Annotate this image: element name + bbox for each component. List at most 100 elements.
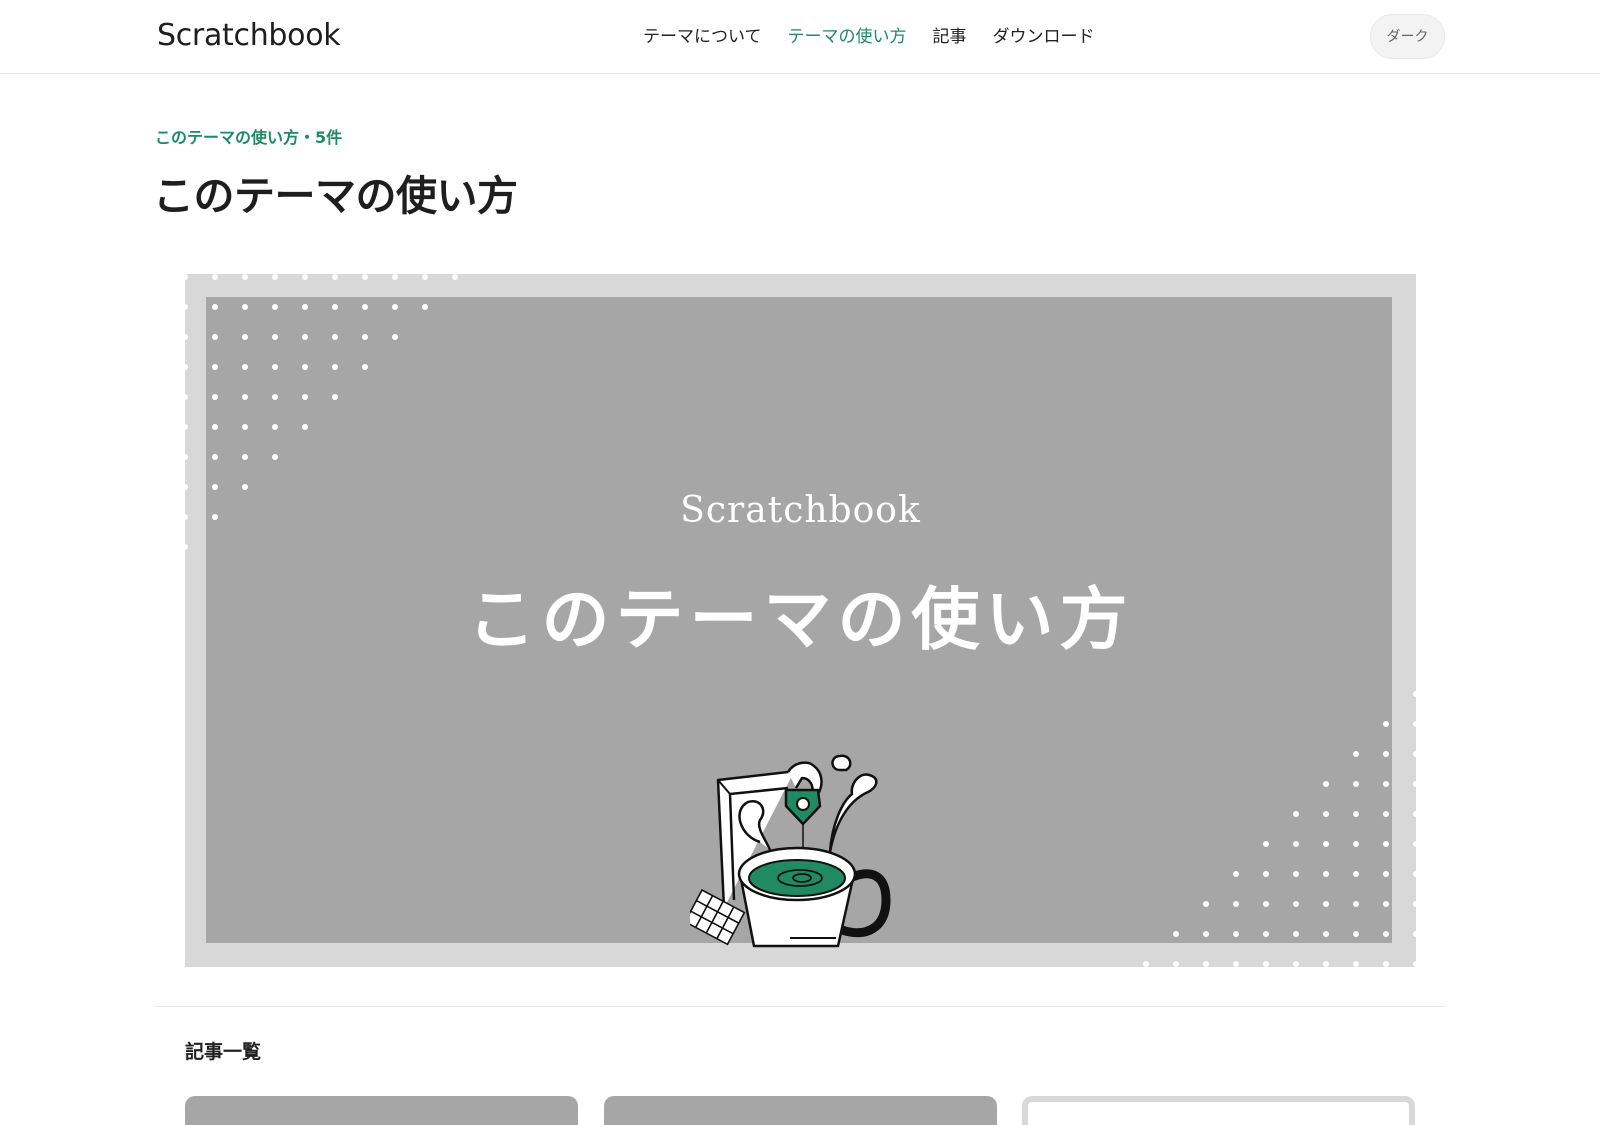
coffee-cup-pen-illustration-icon — [690, 754, 891, 948]
decorative-dot — [1263, 841, 1269, 847]
decorative-dot — [1353, 901, 1359, 907]
main-nav: テーマについて テーマの使い方 記事 ダウンロード — [643, 22, 1095, 52]
decorative-dot — [1323, 901, 1329, 907]
site-header: Scratchbook テーマについて テーマの使い方 記事 ダウンロード ダー… — [0, 0, 1600, 74]
decorative-dot — [392, 304, 398, 310]
decorative-dot — [332, 274, 338, 280]
decorative-dot — [272, 424, 278, 430]
decorative-dot — [1173, 961, 1179, 967]
decorative-dot — [302, 334, 308, 340]
decorative-dot — [1233, 931, 1239, 937]
decorative-dot — [1293, 961, 1299, 967]
site-logo[interactable]: Scratchbook — [157, 16, 341, 56]
decorative-dot — [272, 274, 278, 280]
decorative-dot — [1353, 931, 1359, 937]
decorative-dot — [1263, 931, 1269, 937]
decorative-dot — [1413, 691, 1416, 697]
article-card-list — [185, 1096, 1416, 1125]
decorative-dot — [212, 454, 218, 460]
decorative-dot — [212, 334, 218, 340]
article-card[interactable] — [604, 1096, 997, 1125]
decorative-dot — [272, 304, 278, 310]
decorative-dot — [272, 454, 278, 460]
decorative-dot — [185, 544, 188, 550]
dark-mode-toggle-button[interactable]: ダーク — [1370, 14, 1445, 59]
decorative-dot — [452, 274, 458, 280]
decorative-dot — [1293, 841, 1299, 847]
decorative-dot — [362, 364, 368, 370]
decorative-dot — [392, 334, 398, 340]
nav-item-articles[interactable]: 記事 — [933, 22, 967, 52]
decorative-dot — [1413, 841, 1416, 847]
decorative-dot — [1233, 961, 1239, 967]
decorative-dot — [185, 304, 188, 310]
decorative-dot — [185, 394, 188, 400]
decorative-dot — [1233, 871, 1239, 877]
decorative-dot — [1233, 901, 1239, 907]
decorative-dot — [1413, 871, 1416, 877]
nav-item-download[interactable]: ダウンロード — [993, 22, 1095, 52]
decorative-dot — [1353, 781, 1359, 787]
decorative-dot — [1293, 811, 1299, 817]
decorative-dot — [1383, 931, 1389, 937]
decorative-dot — [1263, 871, 1269, 877]
article-card[interactable] — [185, 1096, 578, 1125]
decorative-dot — [1383, 871, 1389, 877]
article-card[interactable] — [1022, 1096, 1415, 1125]
decorative-dot — [212, 424, 218, 430]
decorative-dot — [362, 334, 368, 340]
article-list-heading: 記事一覧 — [185, 1041, 262, 1063]
decorative-dot — [302, 274, 308, 280]
decorative-dot — [302, 364, 308, 370]
decorative-dot — [212, 364, 218, 370]
decorative-dot — [1323, 811, 1329, 817]
decorative-dot — [362, 274, 368, 280]
nav-item-how-to-use[interactable]: テーマの使い方 — [788, 22, 907, 52]
decorative-dot — [302, 304, 308, 310]
decorative-dot — [1413, 721, 1416, 727]
decorative-dot — [302, 394, 308, 400]
decorative-dot — [1383, 961, 1389, 967]
decorative-dot — [1263, 961, 1269, 967]
decorative-dot — [1203, 931, 1209, 937]
decorative-dot — [302, 424, 308, 430]
decorative-dot — [1413, 751, 1416, 757]
decorative-dot — [362, 304, 368, 310]
decorative-dot — [1293, 871, 1299, 877]
decorative-dot — [1353, 751, 1359, 757]
decorative-dot — [1383, 901, 1389, 907]
decorative-dot — [1413, 931, 1416, 937]
decorative-dot — [1413, 901, 1416, 907]
decorative-dot — [242, 364, 248, 370]
decorative-dot — [242, 394, 248, 400]
decorative-dot — [1323, 781, 1329, 787]
decorative-dot — [1353, 811, 1359, 817]
decorative-dot — [1413, 961, 1416, 967]
decorative-dot — [185, 424, 188, 430]
decorative-dot — [272, 364, 278, 370]
decorative-dot — [1323, 961, 1329, 967]
decorative-dot — [1353, 841, 1359, 847]
decorative-dot — [1203, 901, 1209, 907]
hero-title-text: このテーマの使い方 — [467, 581, 1134, 660]
decorative-dot — [422, 304, 428, 310]
decorative-dot — [272, 334, 278, 340]
decorative-dot — [1413, 781, 1416, 787]
section-divider — [155, 1006, 1445, 1007]
decorative-dot — [1383, 781, 1389, 787]
decorative-dot — [1383, 751, 1389, 757]
decorative-dot — [1323, 841, 1329, 847]
decorative-dot — [1383, 721, 1389, 727]
page-title: このテーマの使い方 — [153, 172, 518, 220]
hero-image: Scratchbook このテーマの使い方 — [185, 274, 1416, 967]
decorative-dot — [212, 394, 218, 400]
decorative-dot — [1353, 871, 1359, 877]
decorative-dot — [242, 454, 248, 460]
decorative-dot — [242, 424, 248, 430]
decorative-dot — [1203, 961, 1209, 967]
decorative-dot — [185, 274, 188, 280]
nav-item-about-theme[interactable]: テーマについて — [643, 22, 762, 52]
decorative-dot — [332, 364, 338, 370]
decorative-dot — [1383, 811, 1389, 817]
decorative-dot — [422, 274, 428, 280]
